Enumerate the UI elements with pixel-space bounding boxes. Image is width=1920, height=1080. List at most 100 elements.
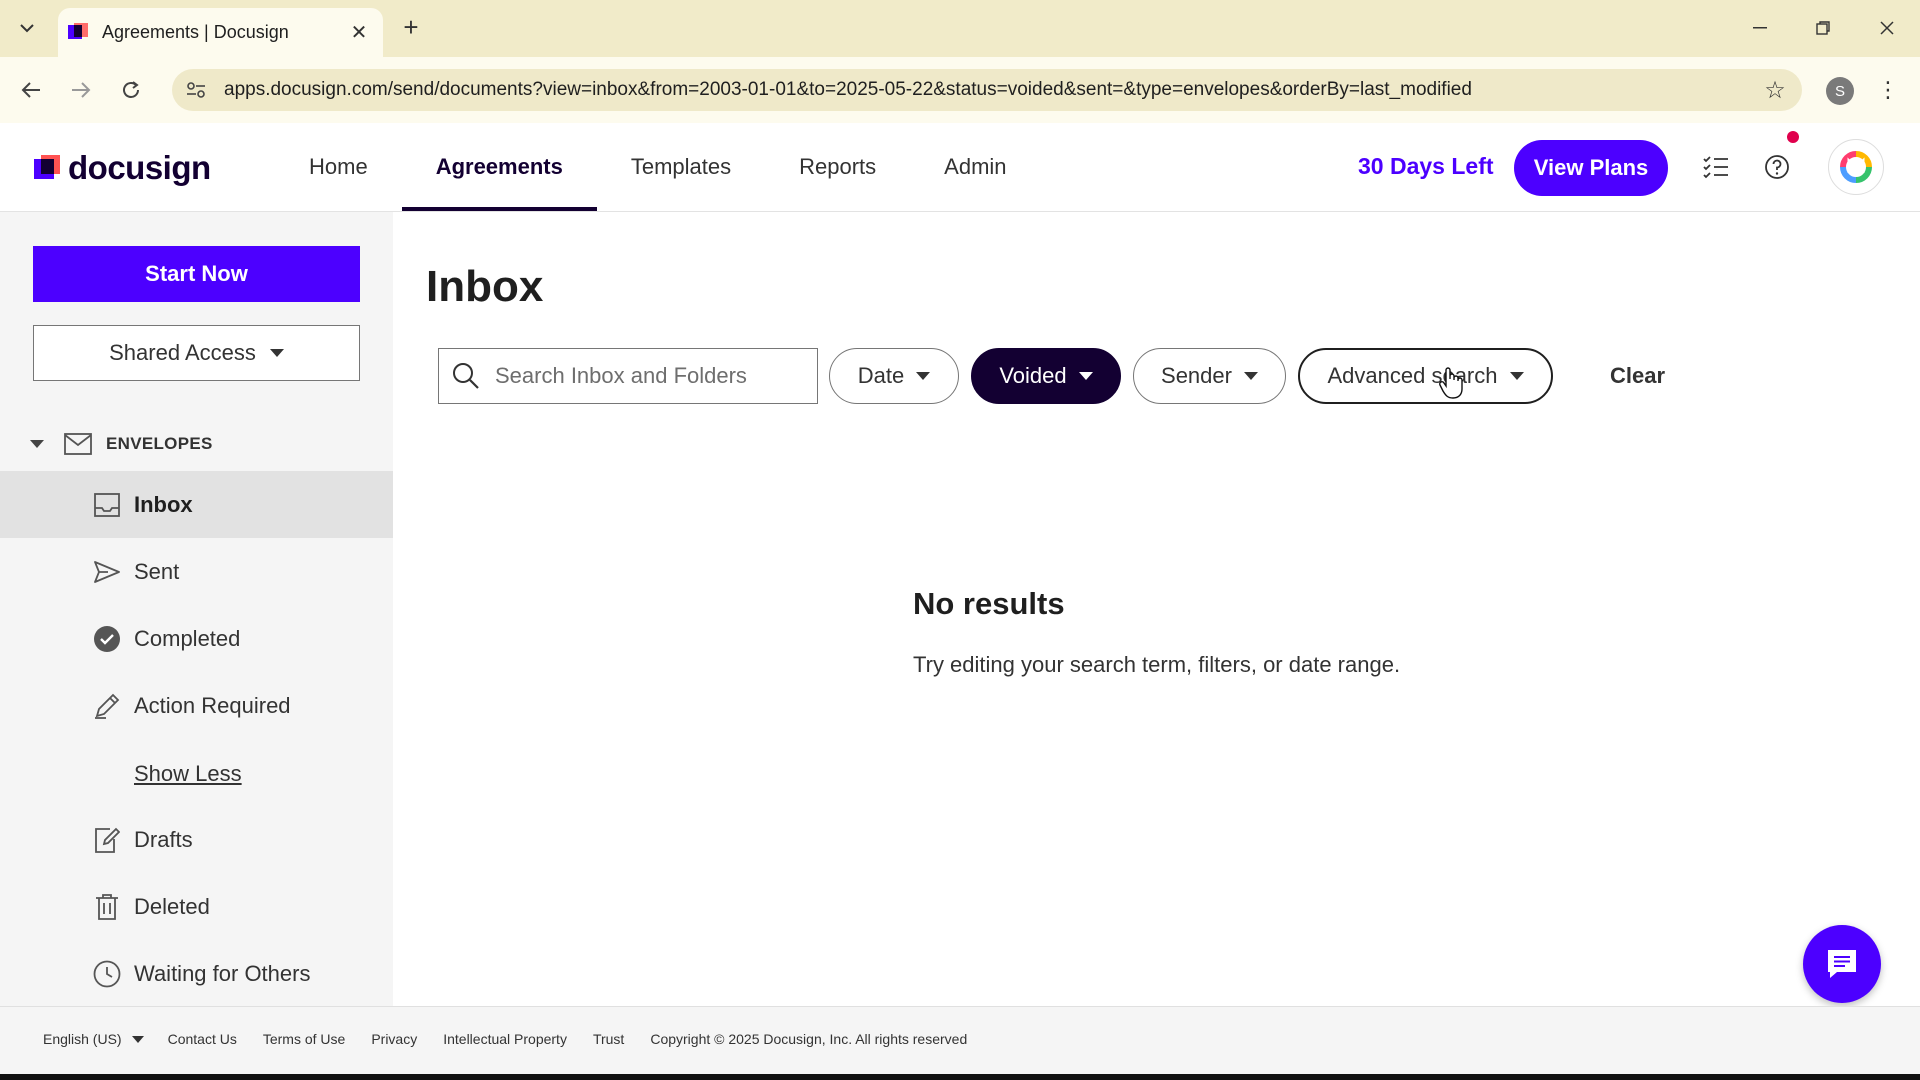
clear-filters-button[interactable]: Clear [1604,362,1671,390]
nav-admin[interactable]: Admin [910,123,1040,211]
page-title: Inbox [426,262,544,311]
site-settings-icon[interactable] [184,78,208,102]
docusign-logo[interactable]: docusign [34,149,211,187]
forward-icon[interactable] [66,75,96,105]
search-input[interactable] [493,362,797,390]
caret-down-icon [1243,372,1258,380]
clock-icon [92,959,122,989]
envelope-icon [64,433,92,455]
date-filter-button[interactable]: Date [829,348,959,404]
sender-filter-label: Sender [1161,363,1232,388]
nav-templates[interactable]: Templates [597,123,765,211]
sidebar-item-label: Inbox [134,491,193,517]
sender-filter-button[interactable]: Sender [1133,348,1286,404]
chat-icon [1828,950,1856,978]
sidebar-item-completed[interactable]: Completed [0,605,393,672]
browser-profile-avatar[interactable]: S [1826,77,1854,105]
docusign-logo-icon [34,155,60,181]
sidebar-item-label: Waiting for Others [134,960,311,986]
sidebar-item-deleted[interactable]: Deleted [0,873,393,940]
sidebar-item-label: Drafts [134,826,193,852]
hand-cursor-icon [1439,367,1463,399]
sidebar-item-label: Sent [134,558,180,584]
language-label: English (US) [43,1031,122,1047]
app-header: docusign Home Agreements Templates Repor… [0,123,1920,212]
caret-down-icon [1078,372,1093,380]
top-navigation: Home Agreements Templates Reports Admin [275,123,1041,211]
user-avatar-icon [1840,151,1872,183]
trial-days-left[interactable]: 30 Days Left [1358,153,1494,180]
url-bar[interactable]: apps.docusign.com/send/documents?view=in… [172,69,1802,111]
caret-down-icon [131,1035,144,1043]
browser-address-bar: apps.docusign.com/send/documents?view=in… [0,57,1920,124]
envelopes-label: ENVELOPES [106,434,213,453]
date-filter-label: Date [857,363,905,388]
envelopes-section-toggle[interactable]: ENVELOPES [30,424,213,464]
browser-tab-bar: Agreements | Docusign ✕ + [0,0,1920,57]
caret-down-icon [916,372,931,380]
pen-icon [92,691,122,721]
trash-icon [92,892,122,922]
help-icon[interactable] [1760,150,1794,184]
sidebar-item-label: Action Required [134,692,291,718]
sidebar-item-sent[interactable]: Sent [0,538,393,605]
footer-link-trust[interactable]: Trust [593,1031,624,1047]
sidebar-item-action-required[interactable]: Action Required [0,672,393,739]
caret-down-icon [269,349,284,357]
user-avatar[interactable] [1828,139,1884,195]
browser-menu-icon[interactable]: ⋮ [1876,75,1900,105]
view-plans-button[interactable]: View Plans [1514,140,1668,196]
caret-down-icon [1509,372,1524,380]
check-circle-icon [92,624,122,654]
restore-icon[interactable] [1803,12,1843,44]
tab-search-button[interactable] [10,13,44,43]
search-field[interactable] [438,348,818,404]
nav-agreements[interactable]: Agreements [401,123,597,211]
taskbar-edge [0,1074,1920,1080]
shared-access-dropdown[interactable]: Shared Access [33,325,360,381]
copyright-text: Copyright © 2025 Docusign, Inc. All righ… [650,1031,968,1047]
sidebar-item-label: Deleted [134,893,210,919]
edit-document-icon [92,825,122,855]
status-filter-button[interactable]: Voided [971,348,1121,404]
show-less-link[interactable]: Show Less [134,761,242,787]
new-tab-icon[interactable]: + [398,14,424,40]
close-window-icon[interactable] [1867,12,1907,44]
send-icon [92,557,122,587]
browser-tab[interactable]: Agreements | Docusign ✕ [58,8,383,57]
advanced-search-label: Advanced search [1327,363,1498,388]
chevron-down-icon [20,24,34,33]
notification-dot [1787,131,1799,143]
sidebar-item-label: Completed [134,625,241,651]
nav-home[interactable]: Home [275,123,402,211]
status-filter-label: Voided [999,363,1067,388]
reload-icon[interactable] [116,75,146,105]
sidebar-item-drafts[interactable]: Drafts [0,806,393,873]
empty-state-message: Try editing your search term, filters, o… [913,652,1401,677]
empty-state-title: No results [913,586,1065,621]
footer-link-contact-us[interactable]: Contact Us [168,1031,237,1047]
footer-link-intellectual-property[interactable]: Intellectual Property [443,1031,567,1047]
sidebar-item-inbox[interactable]: Inbox [0,471,393,538]
start-now-button[interactable]: Start Now [33,246,360,302]
bookmark-star-icon[interactable]: ☆ [1760,75,1790,105]
docusign-favicon-icon [68,22,88,43]
checklist-icon[interactable] [1699,150,1733,184]
url-text: apps.docusign.com/send/documents?view=in… [224,79,1472,100]
search-icon [451,361,481,391]
minimize-icon[interactable] [1740,12,1780,44]
sidebar: Start Now Shared Access ENVELOPES Inbox … [0,212,393,1006]
sidebar-item-waiting-for-others[interactable]: Waiting for Others [0,940,393,1007]
back-icon[interactable] [16,75,46,105]
inbox-icon [92,490,122,520]
footer: English (US) Contact Us Terms of Use Pri… [0,1006,1920,1074]
shared-access-label: Shared Access [109,340,256,365]
tab-title: Agreements | Docusign [102,22,289,42]
footer-link-privacy[interactable]: Privacy [371,1031,417,1047]
tab-close-icon[interactable]: ✕ [347,21,371,45]
nav-reports[interactable]: Reports [765,123,910,211]
language-selector[interactable]: English (US) [43,1031,144,1047]
footer-link-terms-of-use[interactable]: Terms of Use [263,1031,345,1047]
chat-button[interactable] [1803,925,1881,1003]
advanced-search-button[interactable]: Advanced search [1298,348,1553,404]
